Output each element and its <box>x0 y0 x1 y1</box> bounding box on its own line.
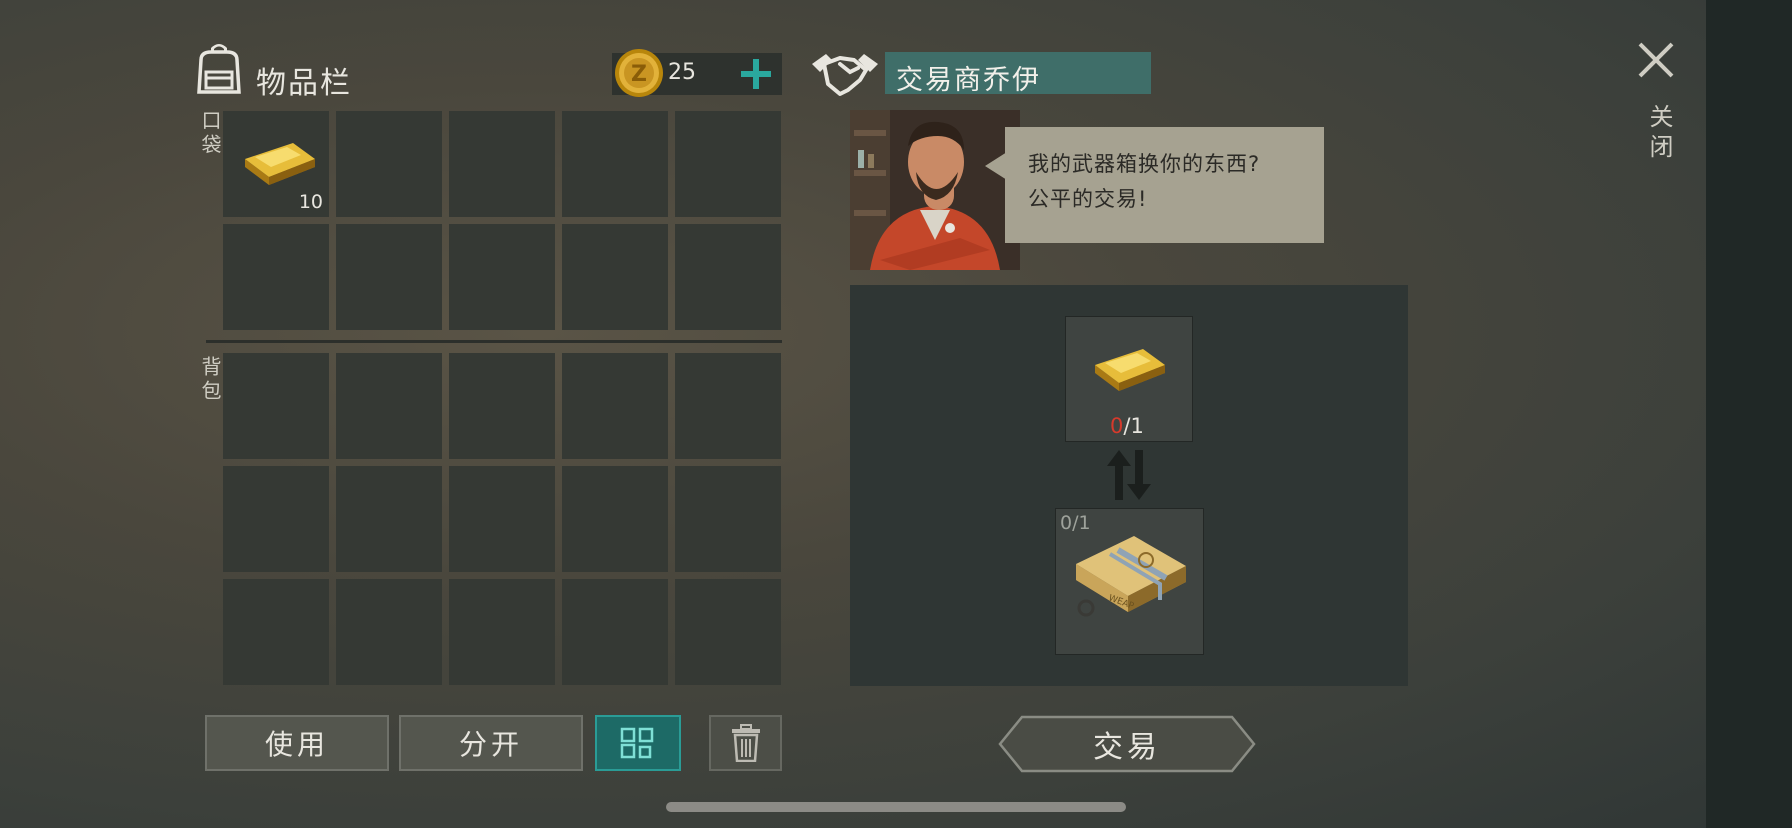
backpack-slot[interactable] <box>449 579 555 685</box>
required-have-count: 0 <box>1110 414 1124 438</box>
backpack-slot[interactable] <box>675 579 781 685</box>
inventory-title: 物品栏 <box>256 66 352 101</box>
trader-name: 交易商乔伊 <box>896 65 1041 96</box>
right-side-strip <box>1706 0 1792 828</box>
svg-text:Z: Z <box>631 62 647 87</box>
gold-bar-icon <box>245 143 315 185</box>
pocket-slot[interactable] <box>675 224 781 330</box>
close-icon[interactable] <box>1636 40 1676 80</box>
handshake-icon <box>812 54 878 96</box>
speech-bubble-tail <box>985 152 1007 180</box>
backpack-slot[interactable] <box>562 579 668 685</box>
pocket-slot[interactable] <box>562 111 668 217</box>
coin-icon: Z <box>615 49 663 97</box>
pocket-slot[interactable] <box>449 111 555 217</box>
pocket-slot[interactable] <box>449 224 555 330</box>
section-divider <box>206 340 782 343</box>
speech-text-line1: 我的武器箱换你的东西? <box>1028 152 1261 176</box>
pocket-slot[interactable] <box>336 111 442 217</box>
item-quantity: 10 <box>298 191 323 213</box>
weapon-crate-icon: WEAP <box>1076 536 1186 617</box>
trash-icon <box>731 724 760 762</box>
trade-button-label: 交易 <box>1093 730 1161 765</box>
backpack-label: 背包 <box>198 356 222 404</box>
backpack-slot[interactable] <box>675 466 781 572</box>
backpack-slot[interactable] <box>223 353 329 459</box>
pocket-label: 口袋 <box>198 110 222 158</box>
use-button[interactable]: 使用 <box>205 715 389 771</box>
backpack-slot[interactable] <box>449 353 555 459</box>
required-need-count: /1 <box>1123 414 1144 438</box>
trader-portrait <box>850 110 1020 270</box>
sort-button[interactable] <box>595 715 681 771</box>
grid-sort-icon <box>620 727 654 759</box>
coin-count: 25 <box>668 60 696 85</box>
backpack-slot[interactable] <box>336 353 442 459</box>
pocket-slot[interactable]: 10 <box>223 111 329 217</box>
split-button[interactable]: 分开 <box>399 715 583 771</box>
backpack-slot[interactable] <box>449 466 555 572</box>
backpack-slot[interactable] <box>675 353 781 459</box>
close-label[interactable]: 关闭 <box>1642 104 1677 164</box>
pocket-slot[interactable] <box>223 224 329 330</box>
swap-arrows-icon <box>1107 450 1151 500</box>
speech-text-line2: 公平的交易! <box>1028 187 1148 211</box>
pocket-slot[interactable] <box>562 224 668 330</box>
backpack-slot[interactable] <box>336 466 442 572</box>
backpack-slot[interactable] <box>336 579 442 685</box>
home-indicator[interactable] <box>666 802 1126 812</box>
backpack-slot[interactable] <box>223 579 329 685</box>
backpack-slot[interactable] <box>562 353 668 459</box>
add-coins-button[interactable] <box>738 56 774 92</box>
backpack-slot[interactable] <box>223 466 329 572</box>
backpack-icon <box>197 44 241 94</box>
pocket-slot[interactable] <box>336 224 442 330</box>
gold-bar-icon <box>1095 349 1165 391</box>
required-item-count: 0/1 <box>1110 414 1144 438</box>
discard-button[interactable] <box>709 715 782 771</box>
pocket-slot[interactable] <box>675 111 781 217</box>
backpack-slot[interactable] <box>562 466 668 572</box>
